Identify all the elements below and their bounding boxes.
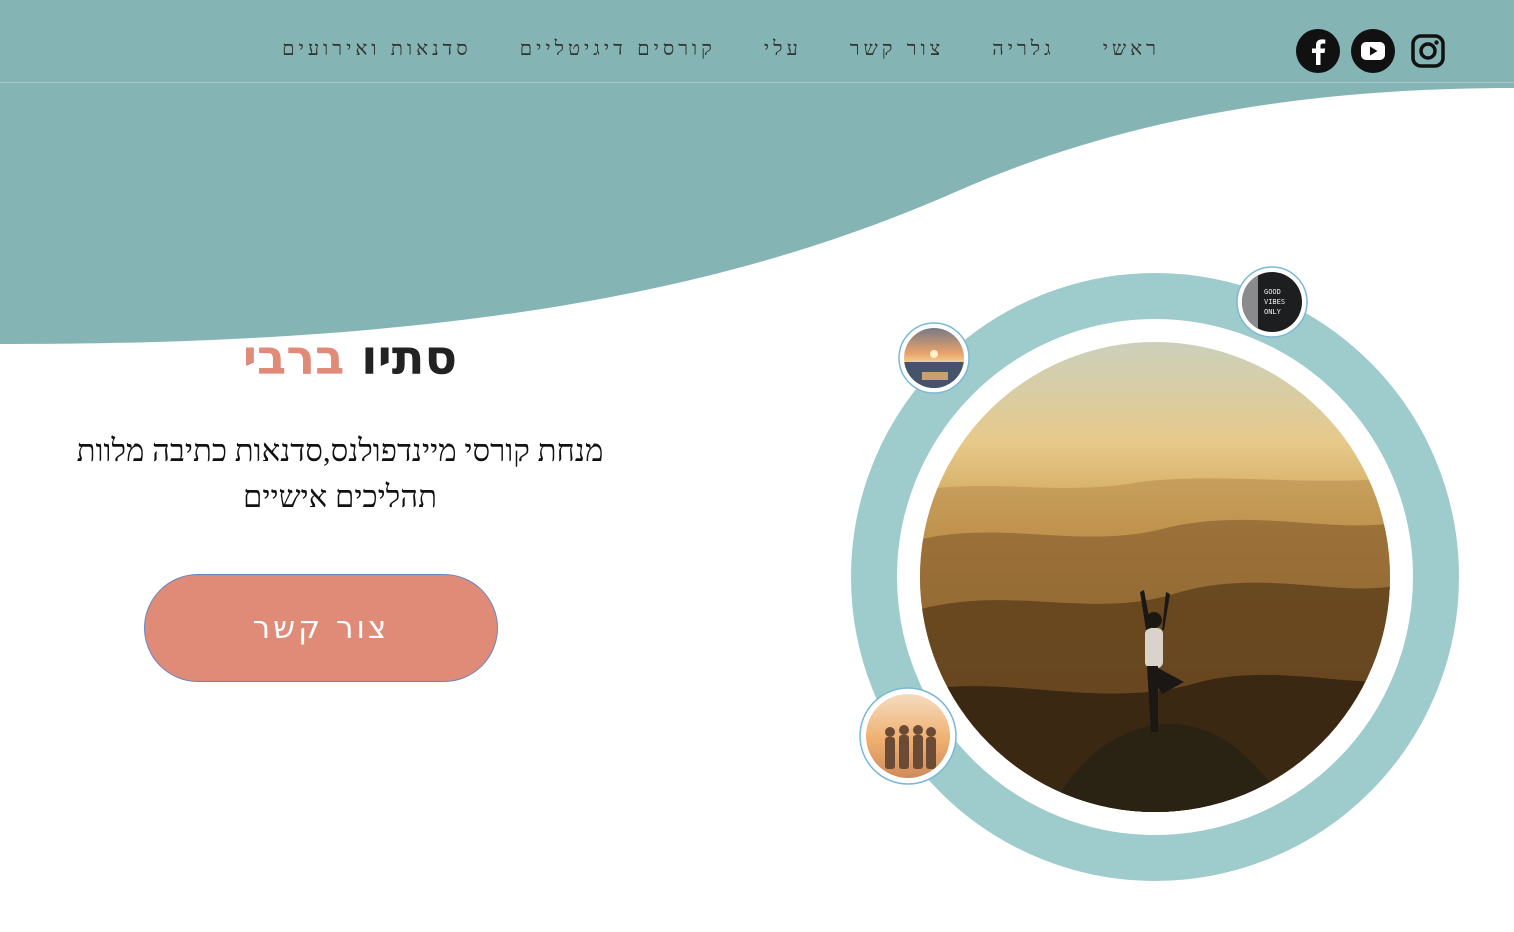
contact-cta-button[interactable]: צור קשר bbox=[144, 574, 498, 682]
instagram-icon[interactable] bbox=[1406, 29, 1450, 73]
nav-item-digital-courses[interactable]: קורסים דיגיטליים bbox=[520, 36, 716, 61]
nav-item-about[interactable]: עלי bbox=[764, 36, 802, 61]
main-yoga-photo bbox=[920, 342, 1390, 812]
hero-title: סתיו ברבי bbox=[160, 330, 540, 386]
facebook-icon[interactable] bbox=[1296, 29, 1340, 73]
nav-item-home[interactable]: ראשי bbox=[1103, 36, 1160, 61]
nav-item-contact[interactable]: צור קשר bbox=[850, 36, 944, 61]
youtube-icon[interactable] bbox=[1351, 29, 1395, 73]
hero-subtitle: מנחת קורסי מיינדפולנס,סדנאות כתיבה מלוות… bbox=[76, 433, 604, 514]
nav-item-gallery[interactable]: גלריה bbox=[992, 36, 1055, 61]
hero-name-last: ברבי bbox=[242, 330, 345, 386]
hero-image-cluster: GOOD VIBES ONLY bbox=[851, 266, 1459, 881]
social-links bbox=[1296, 29, 1450, 73]
top-navigation-bar: ראשי גלריה צור קשר עלי קורסים דיגיטליים … bbox=[0, 0, 1514, 83]
hero-name-first: סתיו bbox=[361, 330, 458, 386]
nav-item-workshops-events[interactable]: סדנאות ואירועים bbox=[282, 36, 472, 61]
main-nav: ראשי גלריה צור קשר עלי קורסים דיגיטליים … bbox=[282, 36, 1160, 61]
